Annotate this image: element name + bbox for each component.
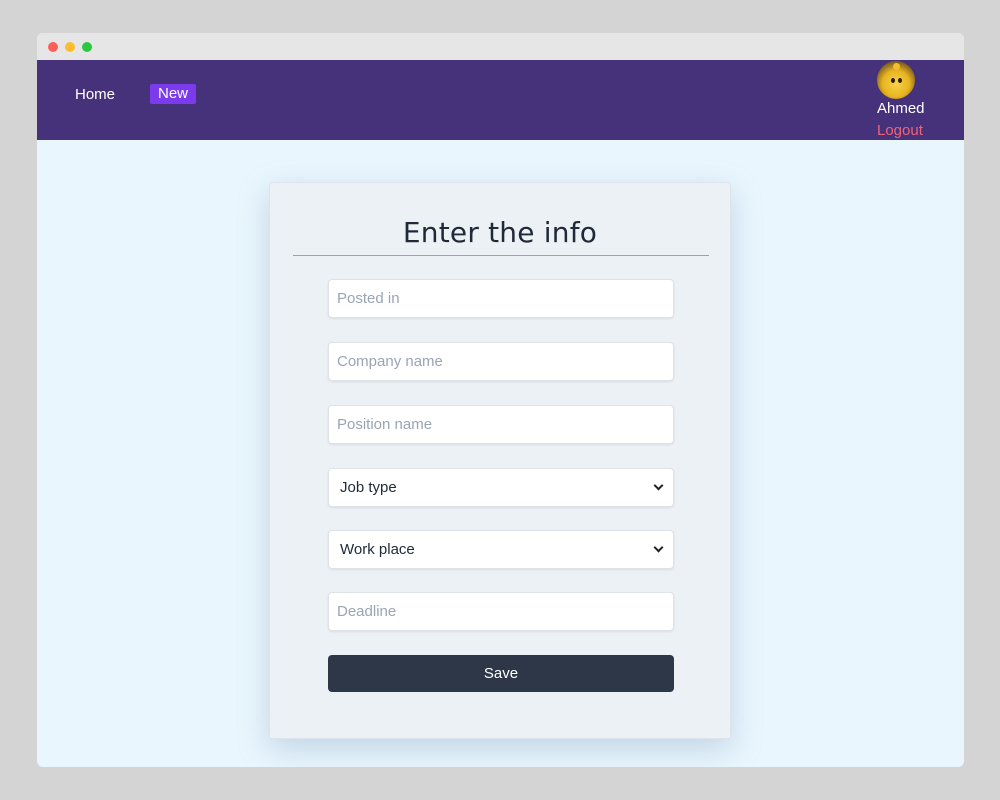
deadline-input[interactable] <box>328 592 674 631</box>
maximize-window-button[interactable] <box>82 42 92 52</box>
avatar-eye-right <box>898 78 902 83</box>
avatar[interactable] <box>877 61 915 99</box>
user-name: Ahmed <box>877 100 925 117</box>
chevron-down-icon <box>653 542 664 553</box>
title-divider <box>293 255 709 256</box>
nav-home-link[interactable]: Home <box>75 86 115 103</box>
work-place-selected-value: Work place <box>340 541 415 558</box>
job-type-select[interactable]: Job type <box>328 468 674 507</box>
position-name-input[interactable] <box>328 405 674 444</box>
top-navbar: Home New Ahmed Logout <box>37 60 964 140</box>
form-title: Enter the info <box>402 216 598 249</box>
browser-window: Home New Ahmed Logout Enter the info Job… <box>37 33 964 767</box>
avatar-sprout <box>893 63 900 70</box>
close-window-button[interactable] <box>48 42 58 52</box>
avatar-eye-left <box>891 78 895 83</box>
minimize-window-button[interactable] <box>65 42 75 52</box>
job-form-card: Enter the info Job type Work place Save <box>269 182 731 739</box>
save-button[interactable]: Save <box>328 655 674 692</box>
chevron-down-icon <box>653 480 664 491</box>
window-titlebar <box>37 33 964 60</box>
nav-new-link[interactable]: New <box>150 84 197 104</box>
logout-link[interactable]: Logout <box>877 121 937 141</box>
job-type-selected-value: Job type <box>340 479 397 496</box>
user-menu: Ahmed Logout <box>877 61 937 141</box>
posted-in-input[interactable] <box>328 279 674 318</box>
company-name-input[interactable] <box>328 342 674 381</box>
work-place-select[interactable]: Work place <box>328 530 674 569</box>
